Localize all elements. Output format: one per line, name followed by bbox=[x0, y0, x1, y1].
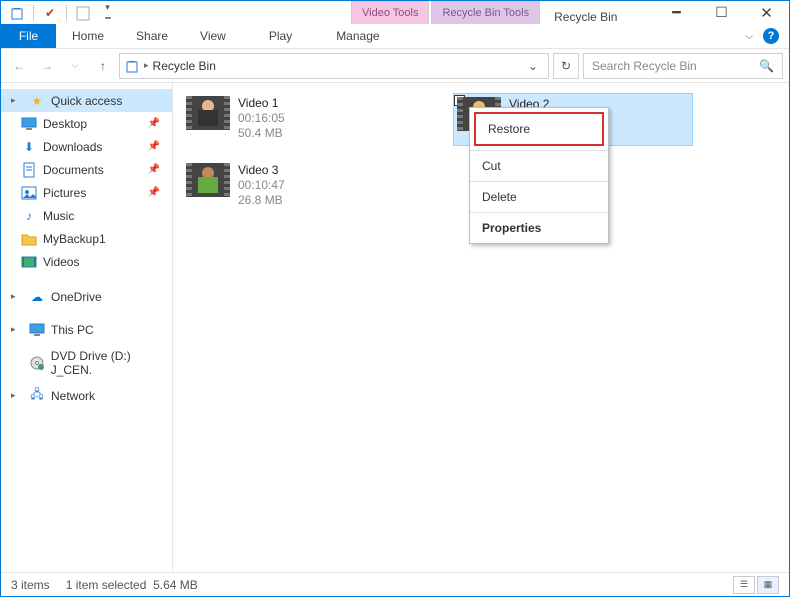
video-thumbnail bbox=[186, 163, 230, 197]
maximize-button[interactable]: ☐ bbox=[699, 1, 744, 24]
sidebar-item-mybackup[interactable]: MyBackup1 bbox=[1, 227, 172, 250]
details-view-button[interactable]: ☰ bbox=[733, 576, 755, 594]
dvd-icon bbox=[29, 355, 45, 371]
back-button[interactable]: ← bbox=[7, 54, 31, 78]
chevron-right-icon[interactable]: ▸ bbox=[11, 324, 21, 335]
status-item-count: 3 items bbox=[11, 578, 50, 592]
minimize-button[interactable]: ━ bbox=[654, 1, 699, 24]
search-input[interactable]: Search Recycle Bin 🔍 bbox=[583, 53, 783, 79]
sidebar-item-documents[interactable]: Documents 📌 bbox=[1, 158, 172, 181]
pin-icon: 📌 bbox=[148, 118, 160, 129]
desktop-icon bbox=[21, 116, 37, 132]
sidebar-item-music[interactable]: ♪ Music bbox=[1, 204, 172, 227]
chevron-right-icon[interactable]: ▸ bbox=[11, 390, 21, 401]
sidebar-label: OneDrive bbox=[51, 290, 102, 304]
sidebar-label: Downloads bbox=[43, 140, 102, 154]
sidebar-label: DVD Drive (D:) J_CEN. bbox=[51, 349, 172, 377]
sidebar-label: MyBackup1 bbox=[43, 232, 106, 246]
context-menu: Restore Cut Delete Properties bbox=[469, 107, 609, 244]
sidebar-label: Documents bbox=[43, 163, 104, 177]
close-button[interactable]: ✕ bbox=[744, 1, 789, 24]
music-icon: ♪ bbox=[21, 208, 37, 224]
file-size: 50.4 MB bbox=[238, 126, 285, 141]
recycle-bin-icon[interactable] bbox=[6, 3, 28, 23]
window-title: Recycle Bin bbox=[554, 10, 617, 24]
this-pc-icon bbox=[29, 322, 45, 338]
sidebar-item-dvd[interactable]: ▸ DVD Drive (D:) J_CEN. bbox=[1, 351, 172, 374]
sidebar-item-downloads[interactable]: ⬇ Downloads 📌 bbox=[1, 135, 172, 158]
qat-dropdown-icon[interactable]: ▾━ bbox=[97, 3, 119, 23]
recycle-tools-tab-group: Recycle Bin Tools bbox=[431, 1, 540, 24]
recent-locations-dropdown[interactable]: ⌵ bbox=[63, 54, 87, 78]
breadcrumb-location[interactable]: Recycle Bin bbox=[153, 59, 216, 73]
downloads-icon: ⬇ bbox=[21, 139, 37, 155]
sidebar-item-network[interactable]: ▸ 🖧 Network bbox=[1, 384, 172, 407]
play-tab[interactable]: Play bbox=[247, 24, 314, 48]
star-icon: ★ bbox=[29, 93, 45, 109]
file-item-video3[interactable]: Video 3 00:10:47 26.8 MB bbox=[183, 160, 423, 211]
sidebar-item-videos[interactable]: Videos bbox=[1, 250, 172, 273]
file-name: Video 3 bbox=[238, 163, 285, 178]
file-size: 26.8 MB bbox=[238, 193, 285, 208]
search-icon: 🔍 bbox=[759, 59, 774, 73]
pin-icon: 📌 bbox=[148, 141, 160, 152]
file-tab[interactable]: File bbox=[1, 24, 56, 48]
context-delete[interactable]: Delete bbox=[470, 182, 608, 212]
file-duration: 00:10:47 bbox=[238, 178, 285, 193]
share-tab[interactable]: Share bbox=[120, 24, 184, 48]
manage-tab[interactable]: Manage bbox=[314, 24, 401, 48]
file-duration: 00:16:05 bbox=[238, 111, 285, 126]
network-icon: 🖧 bbox=[29, 388, 45, 404]
pin-icon: 📌 bbox=[148, 187, 160, 198]
address-dropdown-icon[interactable]: ⌄ bbox=[522, 59, 544, 73]
file-list[interactable]: Video 1 00:16:05 50.4 MB ✓ Video 2 00:09… bbox=[173, 83, 789, 572]
sidebar-label: This PC bbox=[51, 323, 94, 337]
sidebar-item-quick-access[interactable]: ▸ ★ Quick access bbox=[1, 89, 172, 112]
ribbon-collapse-icon[interactable]: ⌵ bbox=[745, 31, 753, 42]
status-selection-size: 5.64 MB bbox=[153, 578, 198, 592]
new-qat-icon[interactable] bbox=[72, 3, 94, 23]
sidebar-label: Music bbox=[43, 209, 74, 223]
video-tools-tab-group: Video Tools bbox=[351, 1, 429, 24]
chevron-right-icon[interactable]: ▸ bbox=[11, 291, 21, 302]
refresh-button[interactable]: ↻ bbox=[553, 53, 579, 79]
sidebar-label: Quick access bbox=[51, 94, 122, 108]
sidebar-label: Pictures bbox=[43, 186, 86, 200]
pin-icon: 📌 bbox=[148, 164, 160, 175]
folder-icon bbox=[21, 231, 37, 247]
sidebar-item-desktop[interactable]: Desktop 📌 bbox=[1, 112, 172, 135]
sidebar-item-onedrive[interactable]: ▸ ☁ OneDrive bbox=[1, 285, 172, 308]
help-icon[interactable]: ? bbox=[763, 28, 779, 44]
pictures-icon bbox=[21, 185, 37, 201]
documents-icon bbox=[21, 162, 37, 178]
context-properties[interactable]: Properties bbox=[470, 213, 608, 243]
sidebar-item-pictures[interactable]: Pictures 📌 bbox=[1, 181, 172, 204]
navigation-pane: ▸ ★ Quick access Desktop 📌 ⬇ Downloads 📌 D… bbox=[1, 83, 173, 572]
status-selection: 1 item selected bbox=[66, 578, 147, 592]
location-icon bbox=[124, 58, 140, 74]
context-restore[interactable]: Restore bbox=[474, 112, 604, 146]
breadcrumb-chevron-icon[interactable]: ▸ bbox=[144, 60, 149, 71]
address-breadcrumb[interactable]: ▸ Recycle Bin ⌄ bbox=[119, 53, 549, 79]
home-tab[interactable]: Home bbox=[56, 24, 120, 48]
sidebar-item-this-pc[interactable]: ▸ This PC bbox=[1, 318, 172, 341]
thumbnails-view-button[interactable]: ▦ bbox=[757, 576, 779, 594]
videos-icon bbox=[21, 254, 37, 270]
context-cut[interactable]: Cut bbox=[470, 151, 608, 181]
file-name: Video 1 bbox=[238, 96, 285, 111]
sidebar-label: Network bbox=[51, 389, 95, 403]
chevron-right-icon[interactable]: ▸ bbox=[11, 95, 21, 106]
properties-qat-icon[interactable]: ✔ bbox=[39, 3, 61, 23]
sidebar-label: Videos bbox=[43, 255, 79, 269]
file-item-video1[interactable]: Video 1 00:16:05 50.4 MB bbox=[183, 93, 423, 146]
up-button[interactable]: ↑ bbox=[91, 54, 115, 78]
video-thumbnail bbox=[186, 96, 230, 130]
view-tab[interactable]: View bbox=[184, 24, 242, 48]
sidebar-label: Desktop bbox=[43, 117, 87, 131]
forward-button[interactable]: → bbox=[35, 54, 59, 78]
search-placeholder: Search Recycle Bin bbox=[592, 59, 697, 73]
onedrive-icon: ☁ bbox=[29, 289, 45, 305]
